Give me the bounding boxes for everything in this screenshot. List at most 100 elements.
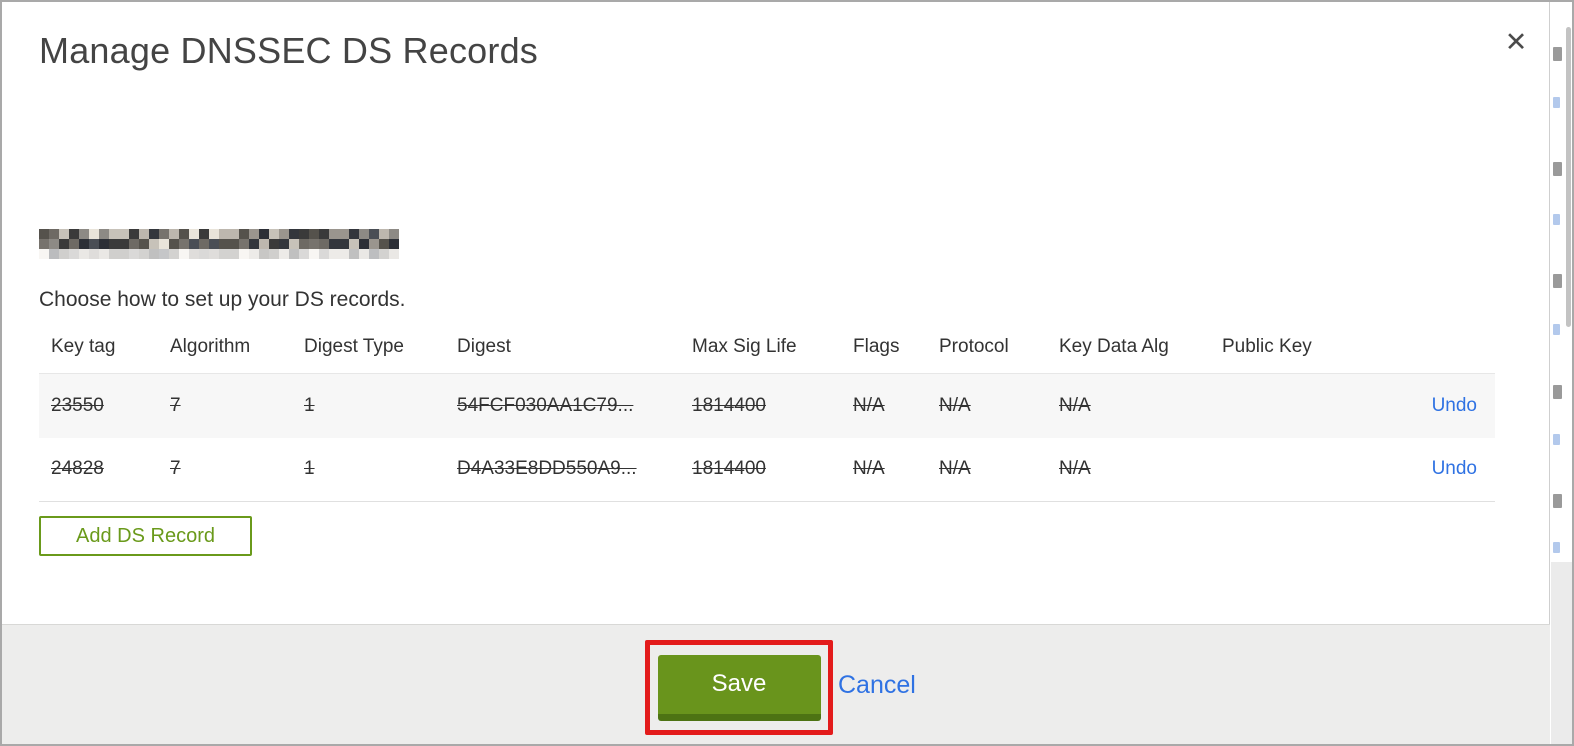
redacted-pixel <box>219 239 229 249</box>
table-cell: 1 <box>304 458 315 480</box>
background-text-fragment <box>1553 494 1562 508</box>
redacted-pixel <box>379 229 389 239</box>
background-text-fragment <box>1553 385 1562 399</box>
redacted-pixel <box>359 229 369 239</box>
cancel-link[interactable]: Cancel <box>838 671 916 700</box>
column-header: Max Sig Life <box>692 336 797 357</box>
redacted-pixel <box>69 249 79 259</box>
background-link-fragment <box>1553 542 1560 553</box>
redacted-pixel <box>239 249 249 259</box>
redacted-pixel <box>319 239 329 249</box>
redacted-pixel <box>169 239 179 249</box>
background-text-fragment <box>1553 274 1562 288</box>
table-header: Key tag Algorithm Digest Type Digest Max Sig… <box>39 332 1495 374</box>
close-icon[interactable]: ✕ <box>1496 22 1536 62</box>
redacted-pixel <box>289 249 299 259</box>
redacted-pixel <box>129 249 139 259</box>
redacted-pixel <box>219 229 229 239</box>
redacted-pixel <box>229 249 239 259</box>
redacted-pixel <box>329 239 339 249</box>
redacted-pixel <box>59 249 69 259</box>
redacted-pixel <box>49 239 59 249</box>
redacted-pixel <box>209 249 219 259</box>
redacted-pixel <box>119 249 129 259</box>
background-text-fragment <box>1553 47 1562 61</box>
redacted-pixel <box>39 229 49 239</box>
undo-link[interactable]: Undo <box>1432 395 1477 416</box>
save-button[interactable]: Save <box>657 654 821 721</box>
redacted-pixel <box>239 239 249 249</box>
redacted-pixel <box>379 239 389 249</box>
redacted-pixel <box>219 249 229 259</box>
redacted-pixel <box>289 229 299 239</box>
table-cell <box>1210 438 1360 502</box>
table-cell: N/A <box>939 458 971 480</box>
redacted-pixel <box>369 249 379 259</box>
redacted-pixel <box>279 239 289 249</box>
redacted-pixel <box>229 229 239 239</box>
redacted-pixel <box>359 249 369 259</box>
redacted-pixel <box>279 229 289 239</box>
column-header: Flags <box>853 336 900 357</box>
table-row: 23550 7 1 54FCF030AA1C79... 1814400 N/A N/A N/A… <box>39 373 1495 438</box>
redacted-pixel <box>209 239 219 249</box>
column-header: Public Key <box>1222 336 1312 357</box>
redacted-pixel <box>179 239 189 249</box>
redacted-pixel <box>189 229 199 239</box>
background-link-fragment <box>1553 97 1560 108</box>
redacted-pixel <box>309 239 319 249</box>
redacted-pixel <box>309 249 319 259</box>
redacted-pixel <box>69 239 79 249</box>
redacted-pixel <box>269 229 279 239</box>
column-header: Protocol <box>939 336 1009 357</box>
redacted-pixel <box>199 239 209 249</box>
redacted-pixel <box>329 249 339 259</box>
table-cell: 54FCF030AA1C79... <box>457 394 634 416</box>
table-cell: 7 <box>170 394 181 416</box>
redacted-pixel <box>369 239 379 249</box>
table-cell: 1814400 <box>692 394 766 416</box>
redacted-pixel <box>339 239 349 249</box>
redacted-pixel <box>189 249 199 259</box>
redacted-pixel <box>89 249 99 259</box>
add-ds-record-button[interactable]: Add DS Record <box>39 516 252 556</box>
table-cell: N/A <box>939 394 971 416</box>
redacted-pixel <box>269 249 279 259</box>
redacted-pixel <box>179 229 189 239</box>
redacted-pixel <box>349 249 359 259</box>
redacted-pixel <box>199 229 209 239</box>
column-header: Key tag <box>51 336 116 357</box>
redacted-pixel <box>139 239 149 249</box>
action-cell: Undo <box>1360 374 1495 438</box>
redacted-pixel <box>49 229 59 239</box>
redacted-pixel <box>149 229 159 239</box>
redacted-pixel <box>259 249 269 259</box>
page-scrollbar[interactable] <box>1566 27 1571 327</box>
undo-link[interactable]: Undo <box>1432 458 1477 479</box>
redacted-pixel <box>239 229 249 239</box>
redacted-pixel <box>119 229 129 239</box>
column-header: Digest <box>457 336 511 357</box>
modal-footer: Save Cancel <box>2 624 1550 744</box>
redacted-pixel <box>69 229 79 239</box>
redacted-pixel <box>89 239 99 249</box>
redacted-domain-name <box>39 229 399 259</box>
redacted-pixel <box>319 229 329 239</box>
redacted-pixel <box>299 249 309 259</box>
redacted-pixel <box>249 249 259 259</box>
table-cell: N/A <box>1059 394 1091 416</box>
redacted-pixel <box>109 229 119 239</box>
redacted-pixel <box>89 229 99 239</box>
redacted-pixel <box>109 239 119 249</box>
redacted-pixel <box>39 249 49 259</box>
background-link-fragment <box>1553 324 1560 335</box>
redacted-pixel <box>249 229 259 239</box>
background-link-fragment <box>1553 434 1560 445</box>
table-cell <box>1210 374 1360 438</box>
redacted-pixel <box>339 249 349 259</box>
background-link-fragment <box>1553 214 1560 225</box>
redacted-pixel <box>79 249 89 259</box>
redacted-pixel <box>379 249 389 259</box>
redacted-pixel <box>259 239 269 249</box>
redacted-pixel <box>39 239 49 249</box>
